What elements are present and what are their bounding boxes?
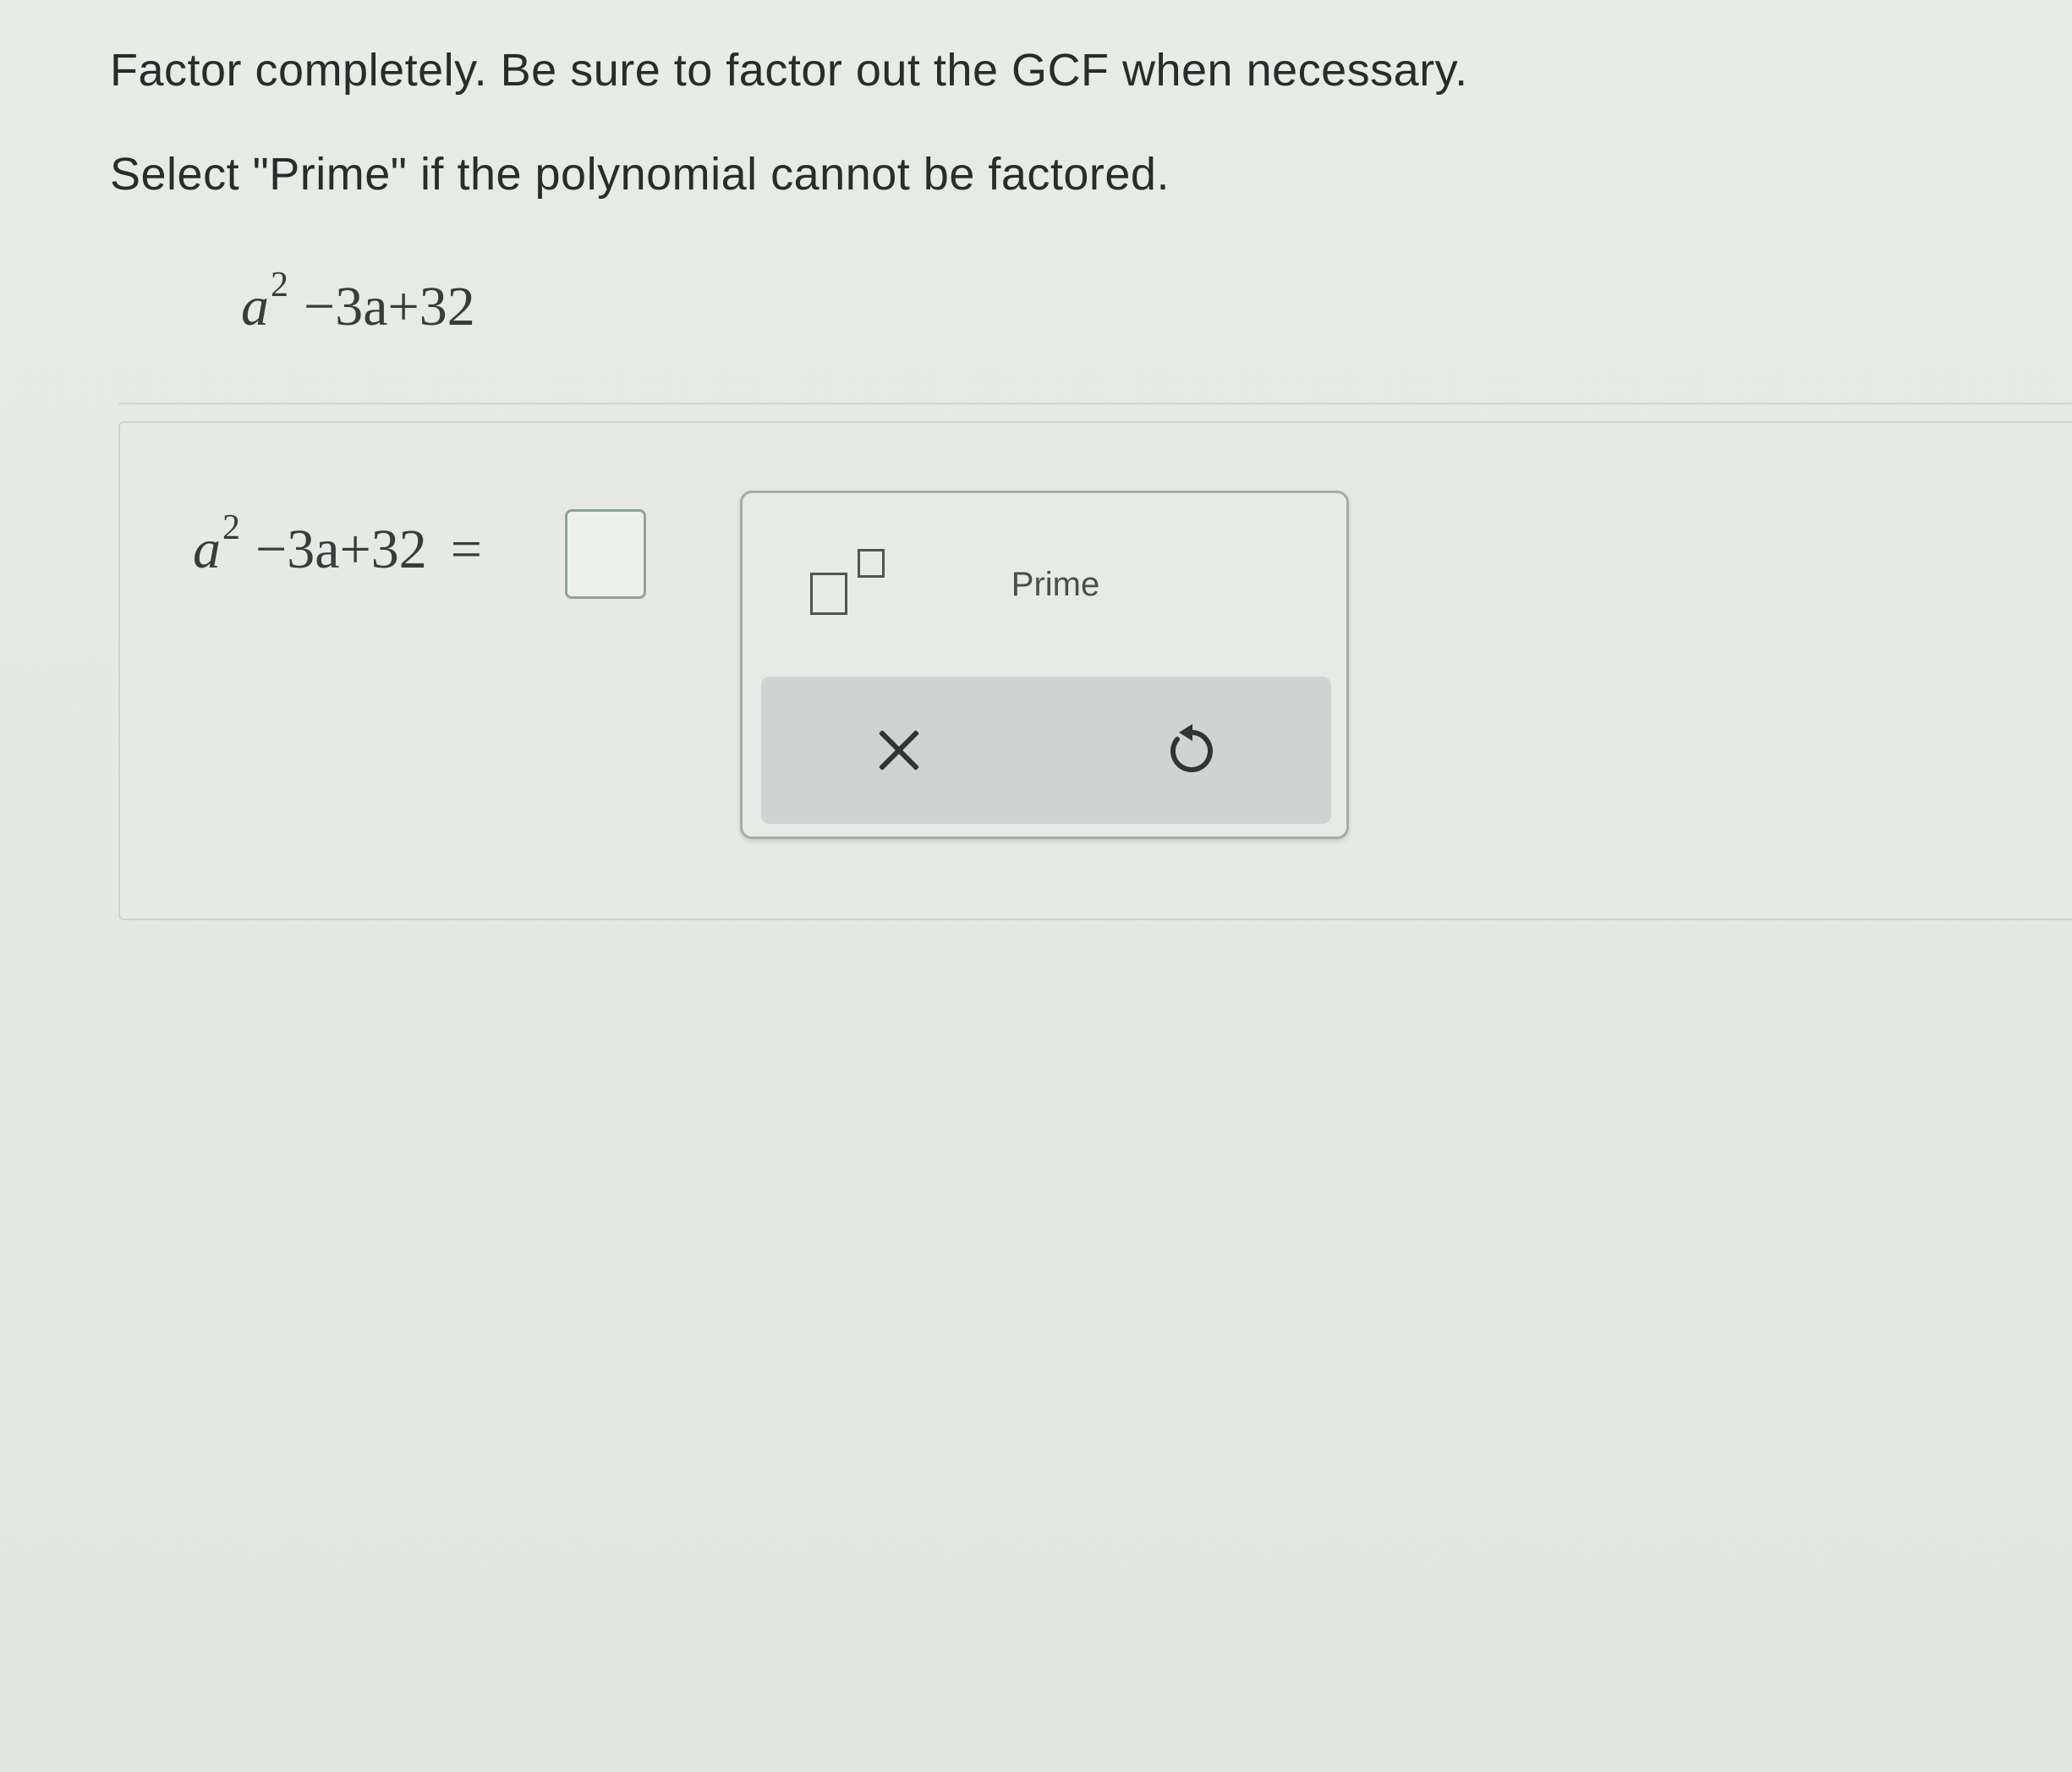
answer-base: a xyxy=(193,518,221,580)
math-keypad: Prime xyxy=(740,491,1349,839)
problem-expression: a2 −3a+32 xyxy=(241,266,475,339)
answer-exponent: 2 xyxy=(222,508,240,547)
prime-button[interactable]: Prime xyxy=(971,559,1140,610)
exponent-button[interactable] xyxy=(802,544,895,628)
keypad-action-bar xyxy=(761,677,1331,824)
instruction-factor: Factor completely. Be sure to factor out… xyxy=(110,45,1468,96)
instruction-prime: Select "Prime" if the polynomial cannot … xyxy=(110,149,1170,200)
problem-rest: −3a+32 xyxy=(304,276,475,337)
problem-base: a xyxy=(241,276,269,337)
equals-sign: = xyxy=(450,518,482,580)
undo-icon xyxy=(1170,724,1213,772)
undo-button[interactable] xyxy=(1159,719,1221,782)
answer-input[interactable] xyxy=(565,509,646,599)
answer-expression: a2 −3a+32 = xyxy=(193,508,482,582)
answer-rest: −3a+32 xyxy=(255,518,427,580)
clear-button[interactable] xyxy=(869,721,929,780)
problem-exponent: 2 xyxy=(271,266,288,304)
divider xyxy=(118,403,2072,404)
